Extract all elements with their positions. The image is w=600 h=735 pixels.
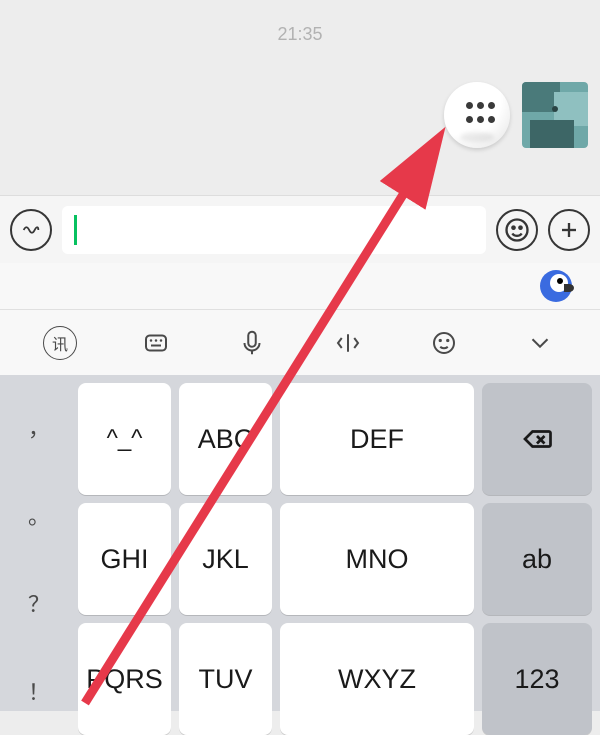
- keyboard-toolbar: 讯: [0, 309, 600, 375]
- keyboard-switch-icon[interactable]: [134, 321, 178, 365]
- parrot-assistant-icon[interactable]: [536, 266, 576, 306]
- symbol-comma[interactable]: ，: [28, 411, 50, 443]
- symbol-column[interactable]: ， 。 ？ ！: [8, 383, 70, 735]
- emoji-face-icon[interactable]: [422, 321, 466, 365]
- message-input-bar: [0, 195, 600, 263]
- key-wxyz[interactable]: WXYZ: [280, 623, 474, 735]
- voice-input-icon[interactable]: [10, 209, 52, 251]
- key-ghi[interactable]: GHI: [78, 503, 171, 615]
- key-backspace[interactable]: [482, 383, 592, 495]
- symbol-question[interactable]: ？: [28, 587, 50, 619]
- more-actions-icon[interactable]: [548, 209, 590, 251]
- key-face[interactable]: ^_^: [78, 383, 171, 495]
- text-cursor: [74, 215, 77, 245]
- key-pqrs[interactable]: PQRS: [78, 623, 171, 735]
- message-timestamp: 21:35: [0, 0, 600, 45]
- key-abc[interactable]: ABC: [179, 383, 272, 495]
- emoji-picker-icon[interactable]: [496, 209, 538, 251]
- symbol-period[interactable]: 。: [28, 499, 50, 531]
- key-jkl[interactable]: JKL: [179, 503, 272, 615]
- symbol-exclaim[interactable]: ！: [28, 675, 50, 707]
- mic-icon[interactable]: [230, 321, 274, 365]
- key-ab-mode[interactable]: ab: [482, 503, 592, 615]
- outgoing-message-row: [444, 82, 588, 148]
- keyboard-key-grid: ， 。 ？ ！ ^_^ ABC DEF GHI JKL MNO ab PQRS …: [0, 375, 600, 711]
- key-tuv[interactable]: TUV: [179, 623, 272, 735]
- chat-area: 21:35: [0, 0, 600, 195]
- key-def[interactable]: DEF: [280, 383, 474, 495]
- collapse-keyboard-icon[interactable]: [518, 321, 562, 365]
- keyboard-assistant-row: [0, 263, 600, 309]
- message-text-input[interactable]: [62, 206, 486, 254]
- key-123-mode[interactable]: 123: [482, 623, 592, 735]
- dice-emoji-message[interactable]: [444, 82, 510, 148]
- key-mno[interactable]: MNO: [280, 503, 474, 615]
- iflytek-logo-icon[interactable]: 讯: [38, 321, 82, 365]
- user-avatar[interactable]: [522, 82, 588, 148]
- cursor-move-icon[interactable]: [326, 321, 370, 365]
